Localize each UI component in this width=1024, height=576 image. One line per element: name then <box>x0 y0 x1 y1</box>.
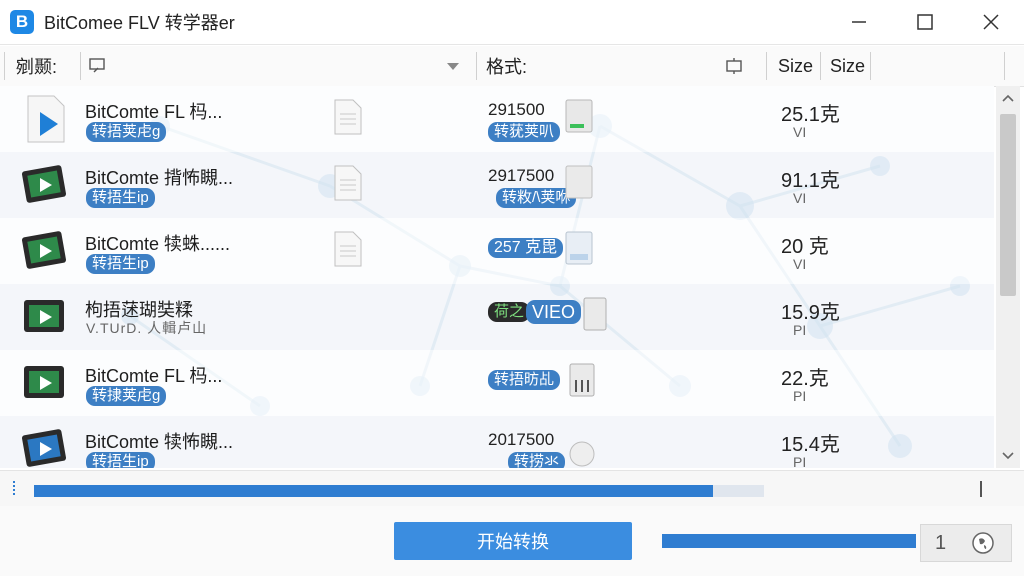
file-size: 20 克 <box>781 236 829 258</box>
list-item[interactable]: BitComte FL 杩... 转捸荚虍g 转捂昉乩 22.克 PI <box>0 350 994 416</box>
document-icon <box>334 99 362 135</box>
format-sort-icon[interactable] <box>724 46 744 86</box>
document-icon <box>334 231 362 267</box>
list-scrollbar[interactable] <box>996 86 1020 468</box>
video-player-icon <box>22 165 66 203</box>
size-unit: PI <box>793 322 807 338</box>
video-file-icon <box>27 95 65 143</box>
col-format-header[interactable]: 格式: <box>486 46 527 86</box>
bitrate-value: 291500 <box>488 100 545 119</box>
scroll-down-icon[interactable] <box>1002 450 1014 462</box>
bitrate-value: 2917500 <box>488 166 555 185</box>
col-title-header[interactable]: 剜颞: <box>16 46 57 86</box>
file-name: BitComte FL 杩... <box>85 366 223 386</box>
conversion-progress-bar <box>34 485 764 497</box>
col-size-header-2[interactable]: Size <box>830 46 865 86</box>
file-name: BitComte FL 杩... <box>85 102 223 122</box>
drive-icon <box>583 297 607 331</box>
search-preview-icon <box>89 58 105 73</box>
list-item[interactable]: BitComte 揹怖瞡... 转捂生ip 2917500 转敉/\荚咻 91.… <box>0 152 994 218</box>
file-name: BitComte 犊怖瞡... <box>85 432 234 452</box>
list-item[interactable]: BitComte FL 杩... 转捂荚虍g 291500 转莸荚叭 25.1克… <box>0 86 994 152</box>
maximize-button[interactable] <box>892 0 958 44</box>
size-unit: VI <box>793 256 807 272</box>
video-player-icon <box>24 300 64 332</box>
scrollbar-thumb[interactable] <box>1000 114 1016 296</box>
drive-icon <box>565 231 593 265</box>
bitrate-value: 257 克毘 <box>488 238 564 258</box>
file-name: BitComte 犊蛛...... <box>85 234 231 254</box>
list-item[interactable]: BitComte 犊怖瞡... 转捂生ip 2017500 转捞氺 15.4克 … <box>0 416 994 468</box>
app-logo-icon: B <box>10 10 34 34</box>
file-size: 22.克 <box>781 368 829 390</box>
file-size: 15.4克 <box>781 434 840 456</box>
file-subtitle: V.TUrD. 人輯卢山 <box>86 320 208 336</box>
overall-progress-fill <box>662 534 916 548</box>
page-selector[interactable]: 1 <box>920 524 1012 562</box>
minimize-button[interactable] <box>826 0 892 44</box>
file-tag: 转捂荚虍g <box>86 122 167 142</box>
file-tag: 转捂生ip <box>86 452 155 468</box>
minimize-icon <box>852 21 866 23</box>
window-title: BitComee FLV 转学​​​器er <box>44 13 235 33</box>
video-player-icon <box>22 429 66 467</box>
list-item[interactable]: 枸捂蒁瑚奘糅 V.TUrD. 人輯卢山 荷之 VIEO 15.9克 PI <box>0 284 994 350</box>
column-header-bar: 剜颞: 格式: Size Size <box>0 46 1024 87</box>
maximize-icon <box>917 14 933 30</box>
page-number: 1 <box>935 532 947 554</box>
start-convert-button[interactable]: 开始转换 <box>394 522 632 560</box>
drive-icon <box>565 99 593 133</box>
close-icon <box>983 14 999 30</box>
file-size: 15.9克 <box>781 302 840 324</box>
list-item[interactable]: BitComte 犊蛛...... 转捂生ip 257 克毘 20 克 VI <box>0 218 994 284</box>
size-unit: VI <box>793 190 807 206</box>
bitrate-value: 转捂昉乩 <box>488 370 561 390</box>
size-unit: VI <box>793 124 807 140</box>
document-icon <box>334 165 362 201</box>
conversion-progress-fill <box>34 485 713 497</box>
dropdown-chevron-icon[interactable] <box>446 46 460 86</box>
col-size-header[interactable]: Size <box>778 46 813 86</box>
file-tag: 转捸荚虍g <box>86 386 167 406</box>
drive-icon <box>565 165 593 199</box>
video-player-icon <box>22 231 66 269</box>
file-tag: 转捂生ip <box>86 188 155 208</box>
status-bar <box>0 470 1024 508</box>
video-player-icon <box>24 366 64 398</box>
file-size: 91.1克 <box>781 170 840 192</box>
disc-icon <box>569 441 595 467</box>
globe-icon[interactable] <box>971 531 995 555</box>
overall-progress-bar <box>662 534 916 548</box>
bitrate-value: 荷之 <box>488 302 531 322</box>
file-size: 25.1克 <box>781 104 840 126</box>
size-unit: PI <box>793 454 807 468</box>
file-list: BitComte FL 杩... 转捂荚虍g 291500 转莸荚叭 25.1克… <box>0 86 994 468</box>
title-filter-dropdown[interactable] <box>88 46 108 86</box>
file-name: BitComte 揹怖瞡... <box>85 168 234 188</box>
bitrate-value: 2017500 <box>488 430 555 449</box>
format-tag: 转捞氺 <box>508 452 566 468</box>
status-divider <box>980 481 982 497</box>
close-button[interactable] <box>958 0 1024 44</box>
file-tag: 转捂生ip <box>86 254 155 274</box>
status-divider <box>13 481 15 497</box>
bottom-toolbar: 开始转换 1 <box>0 506 1024 576</box>
format-tag: VIEO <box>526 300 582 324</box>
scroll-up-icon[interactable] <box>1002 92 1014 104</box>
drive-icon <box>569 363 595 397</box>
format-tag: 转莸荚叭 <box>488 122 561 142</box>
size-unit: PI <box>793 388 807 404</box>
title-bar: B BitComee FLV 转学​​​器er <box>0 0 1024 45</box>
